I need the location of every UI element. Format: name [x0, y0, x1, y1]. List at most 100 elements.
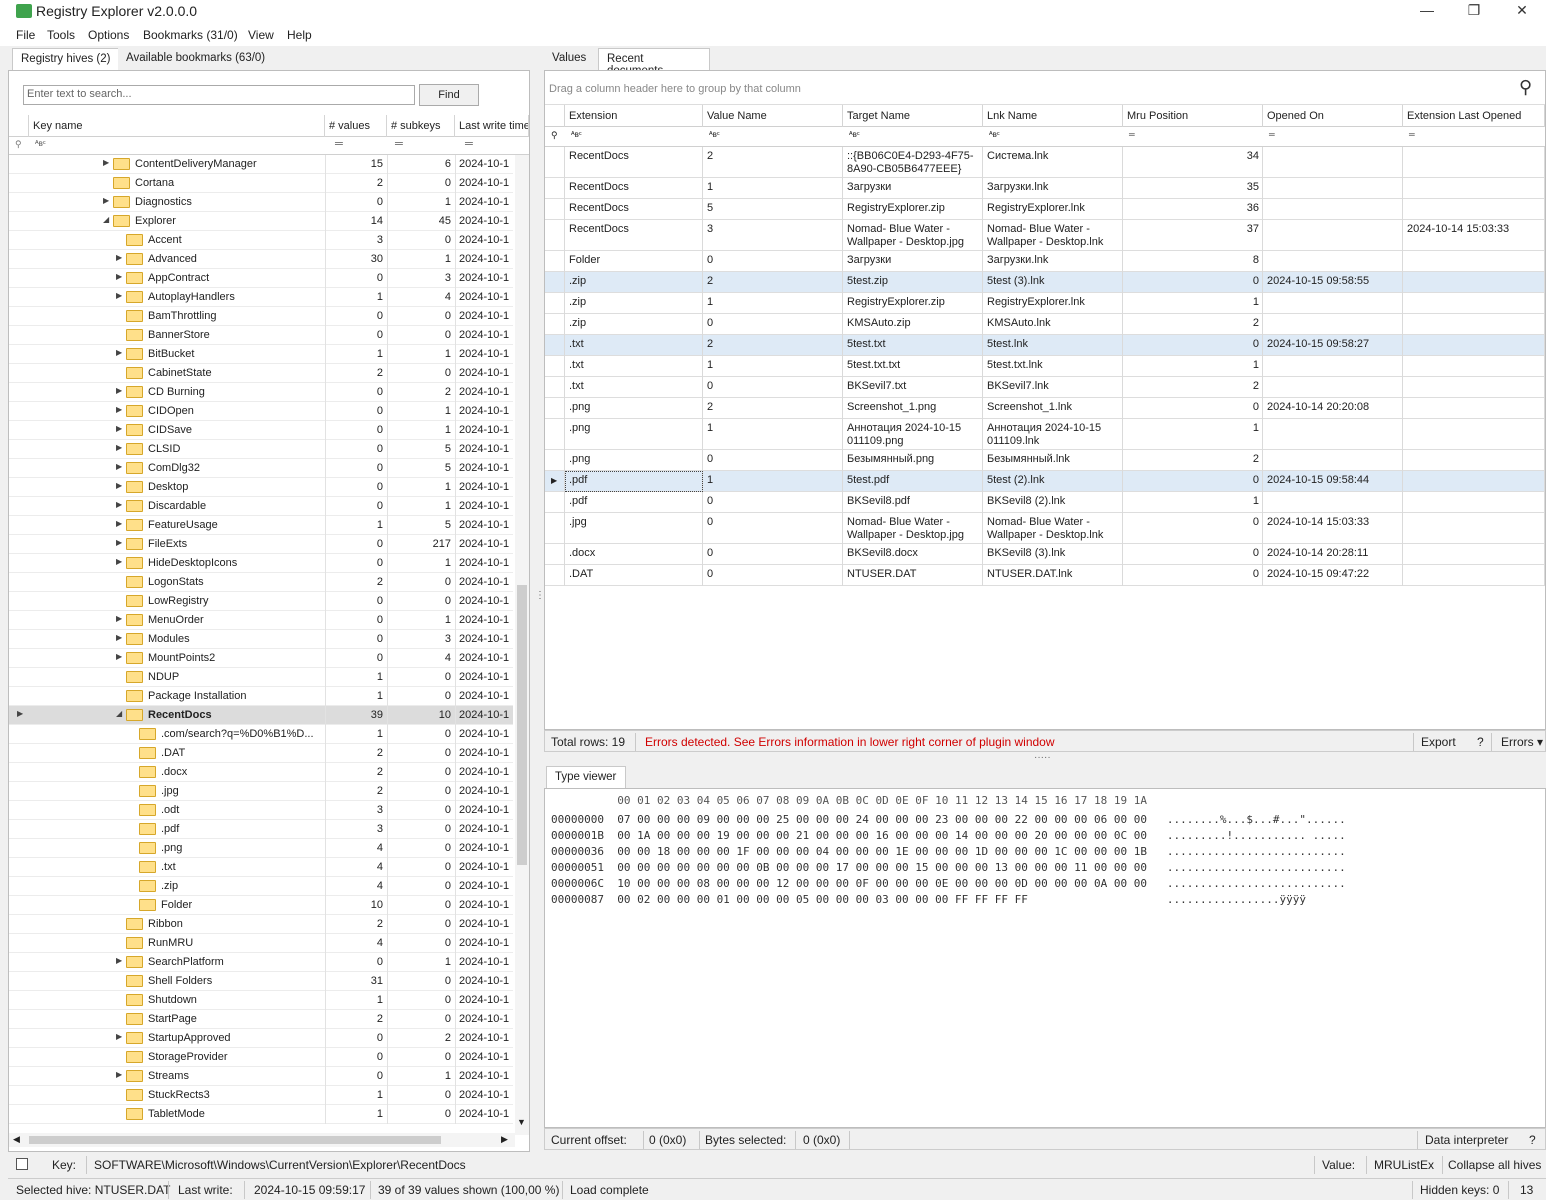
tree-row[interactable]: NDUP 1 0 2024-10-1: [9, 668, 513, 687]
tree-row[interactable]: ▶ AppContract 0 3 2024-10-1: [9, 269, 513, 288]
tree-row[interactable]: .DAT 2 0 2024-10-1: [9, 744, 513, 763]
tree-row[interactable]: ▶ MenuOrder 0 1 2024-10-1: [9, 611, 513, 630]
expand-icon[interactable]: ▶: [116, 462, 122, 471]
col-target-name[interactable]: Target Name: [843, 105, 983, 127]
table-row[interactable]: .zip 2 5test.zip 5test (3).lnk 0 2024-10-15 0…: [545, 272, 1545, 293]
table-row[interactable]: .txt 0 BKSevil7.txt BKSevil7.lnk 2: [545, 377, 1545, 398]
tab-recent-documents[interactable]: Recent documents: [598, 48, 710, 77]
hex-viewer[interactable]: 00 01 02 03 04 05 06 07 08 09 0A 0B 0C 0…: [544, 788, 1546, 1128]
tree-filter-row[interactable]: ⚲ ᴬʙᶜ ═ ═ ═: [9, 137, 529, 155]
expand-icon[interactable]: ▶: [116, 500, 122, 509]
tree-row[interactable]: .txt 4 0 2024-10-1: [9, 858, 513, 877]
tree-row[interactable]: ▶ Modules 0 3 2024-10-1: [9, 630, 513, 649]
table-row[interactable]: .zip 0 KMSAuto.zip KMSAuto.lnk 2: [545, 314, 1545, 335]
collapse-icon[interactable]: ◢: [103, 215, 109, 224]
table-row[interactable]: Folder 0 Загрузки Загрузки.lnk 8: [545, 251, 1545, 272]
search-icon[interactable]: ⚲: [1519, 77, 1532, 98]
menu-help[interactable]: Help: [287, 28, 312, 42]
expand-icon[interactable]: ▶: [116, 633, 122, 642]
collapse-all-hives-button[interactable]: Collapse all hives: [1448, 1158, 1541, 1172]
expand-icon[interactable]: ▶: [116, 291, 122, 300]
tree-row[interactable]: Cortana 2 0 2024-10-1: [9, 174, 513, 193]
table-row[interactable]: .txt 2 5test.txt 5test.lnk 0 2024-10-15 09:58…: [545, 335, 1545, 356]
tree-row[interactable]: ▶ AutoplayHandlers 1 4 2024-10-1: [9, 288, 513, 307]
expand-icon[interactable]: ▶: [116, 481, 122, 490]
tab-available-bookmarks[interactable]: Available bookmarks (63/0): [118, 48, 274, 70]
tree-row[interactable]: ▶ CIDOpen 0 1 2024-10-1: [9, 402, 513, 421]
tree-row[interactable]: .jpg 2 0 2024-10-1: [9, 782, 513, 801]
tree-row[interactable]: .zip 4 0 2024-10-1: [9, 877, 513, 896]
scroll-down-icon[interactable]: ▼: [517, 1117, 526, 1127]
scrollbar-thumb[interactable]: [517, 585, 527, 865]
tree-row[interactable]: ▶ Desktop 0 1 2024-10-1: [9, 478, 513, 497]
tree-row[interactable]: ▶ FileExts 0 217 2024-10-1: [9, 535, 513, 554]
tree-row[interactable]: Package Installation 1 0 2024-10-1: [9, 687, 513, 706]
expand-icon[interactable]: ▶: [116, 443, 122, 452]
expand-icon[interactable]: ▶: [116, 1032, 122, 1041]
tree-row[interactable]: .com/search?q=%D0%B1%D... 1 0 2024-10-1: [9, 725, 513, 744]
tree-row[interactable]: .pdf 3 0 2024-10-1: [9, 820, 513, 839]
splitter-handle[interactable]: ·····: [1034, 752, 1051, 763]
expand-icon[interactable]: ▶: [103, 196, 109, 205]
scroll-left-icon[interactable]: ◀: [13, 1134, 20, 1145]
table-row[interactable]: RecentDocs 2::{BB06C0E4-D293-4F75-8A90-CB…: [545, 147, 1545, 178]
checkbox[interactable]: [16, 1158, 28, 1170]
tree-row[interactable]: ▶ MountPoints2 0 4 2024-10-1: [9, 649, 513, 668]
group-by-area[interactable]: Drag a column header here to group by th…: [545, 71, 1545, 105]
tree-row[interactable]: ▶ SearchPlatform 0 1 2024-10-1: [9, 953, 513, 972]
col-mru-position[interactable]: Mru Position: [1123, 105, 1263, 127]
col-opened-on[interactable]: Opened On: [1263, 105, 1403, 127]
expand-icon[interactable]: ▶: [116, 424, 122, 433]
expand-icon[interactable]: ▶: [116, 614, 122, 623]
menu-tools[interactable]: Tools: [47, 28, 75, 42]
expand-icon[interactable]: ▶: [116, 405, 122, 414]
tree-row[interactable]: ▶ Discardable 0 1 2024-10-1: [9, 497, 513, 516]
table-row[interactable]: RecentDocs 1 Загрузки Загрузки.lnk 35: [545, 178, 1545, 199]
tree-row[interactable]: BamThrottling 0 0 2024-10-1: [9, 307, 513, 326]
tree-row[interactable]: Ribbon 2 0 2024-10-1: [9, 915, 513, 934]
col-values[interactable]: # values: [325, 115, 387, 137]
maximize-button[interactable]: ❐: [1451, 2, 1497, 22]
tree-row[interactable]: ▶ FeatureUsage 1 5 2024-10-1: [9, 516, 513, 535]
expand-icon[interactable]: ▶: [116, 956, 122, 965]
grid-filter-row[interactable]: ⚲ ᴬʙᶜ ᴬʙᶜ ᴬʙᶜ ᴬʙᶜ ═ ═ ═: [545, 127, 1545, 147]
col-extension[interactable]: Extension: [565, 105, 703, 127]
help-button[interactable]: ?: [1477, 735, 1484, 749]
tree-row[interactable]: .odt 3 0 2024-10-1: [9, 801, 513, 820]
tree-row[interactable]: RunMRU 4 0 2024-10-1: [9, 934, 513, 953]
menu-file[interactable]: File: [16, 28, 35, 42]
tree-row[interactable]: StartPage 2 0 2024-10-1: [9, 1010, 513, 1029]
tree-row[interactable]: LowRegistry 0 0 2024-10-1: [9, 592, 513, 611]
tree-row[interactable]: ▶ HideDesktopIcons 0 1 2024-10-1: [9, 554, 513, 573]
table-row[interactable]: RecentDocs 3 Nomad- Blue Water - Wallpaper…: [545, 220, 1545, 251]
tree-row[interactable]: ▶ Advanced 30 1 2024-10-1: [9, 250, 513, 269]
col-last-write[interactable]: Last write time: [455, 115, 529, 137]
col-lnk-name[interactable]: Lnk Name: [983, 105, 1123, 127]
tree-row[interactable]: ▶ BitBucket 1 1 2024-10-1: [9, 345, 513, 364]
expand-icon[interactable]: ▶: [116, 272, 122, 281]
expand-icon[interactable]: ▶: [116, 557, 122, 566]
search-input[interactable]: Enter text to search...: [23, 85, 415, 105]
table-row[interactable]: .docx 0 BKSevil8.docx BKSevil8 (3).lnk 0 2024…: [545, 544, 1545, 565]
col-value-name[interactable]: Value Name: [703, 105, 843, 127]
tree-row[interactable]: ▶ StartupApproved 0 2 2024-10-1: [9, 1029, 513, 1048]
tree-row[interactable]: ▶ CLSID 0 5 2024-10-1: [9, 440, 513, 459]
tree-row[interactable]: Folder 10 0 2024-10-1: [9, 896, 513, 915]
table-row[interactable]: RecentDocs 5 RegistryExplorer.zip RegistryE…: [545, 199, 1545, 220]
tree-row[interactable]: TabletMode 1 0 2024-10-1: [9, 1105, 513, 1124]
expand-icon[interactable]: ▶: [116, 519, 122, 528]
expand-icon[interactable]: ▶: [116, 348, 122, 357]
tree-row[interactable]: ▶ CD Burning 0 2 2024-10-1: [9, 383, 513, 402]
tree-vertical-scrollbar[interactable]: ▼: [515, 155, 529, 1135]
tree-row[interactable]: Shell Folders 31 0 2024-10-1: [9, 972, 513, 991]
tree-row[interactable]: ▶ Diagnostics 0 1 2024-10-1: [9, 193, 513, 212]
minimize-button[interactable]: —: [1404, 2, 1450, 22]
errors-dropdown[interactable]: Errors ▾: [1501, 735, 1543, 749]
tree-row[interactable]: Accent 3 0 2024-10-1: [9, 231, 513, 250]
table-row[interactable]: .DAT 0 NTUSER.DAT NTUSER.DAT.lnk 0 2024-10-15…: [545, 565, 1545, 586]
tree-row[interactable]: ▶ ContentDeliveryManager 15 6 2024-10-1: [9, 155, 513, 174]
tree-row[interactable]: ▶ Streams 0 1 2024-10-1: [9, 1067, 513, 1086]
table-row[interactable]: .pdf 0 BKSevil8.pdf BKSevil8 (2).lnk 1: [545, 492, 1545, 513]
menu-options[interactable]: Options: [88, 28, 129, 42]
tab-registry-hives[interactable]: Registry hives (2): [12, 48, 120, 70]
